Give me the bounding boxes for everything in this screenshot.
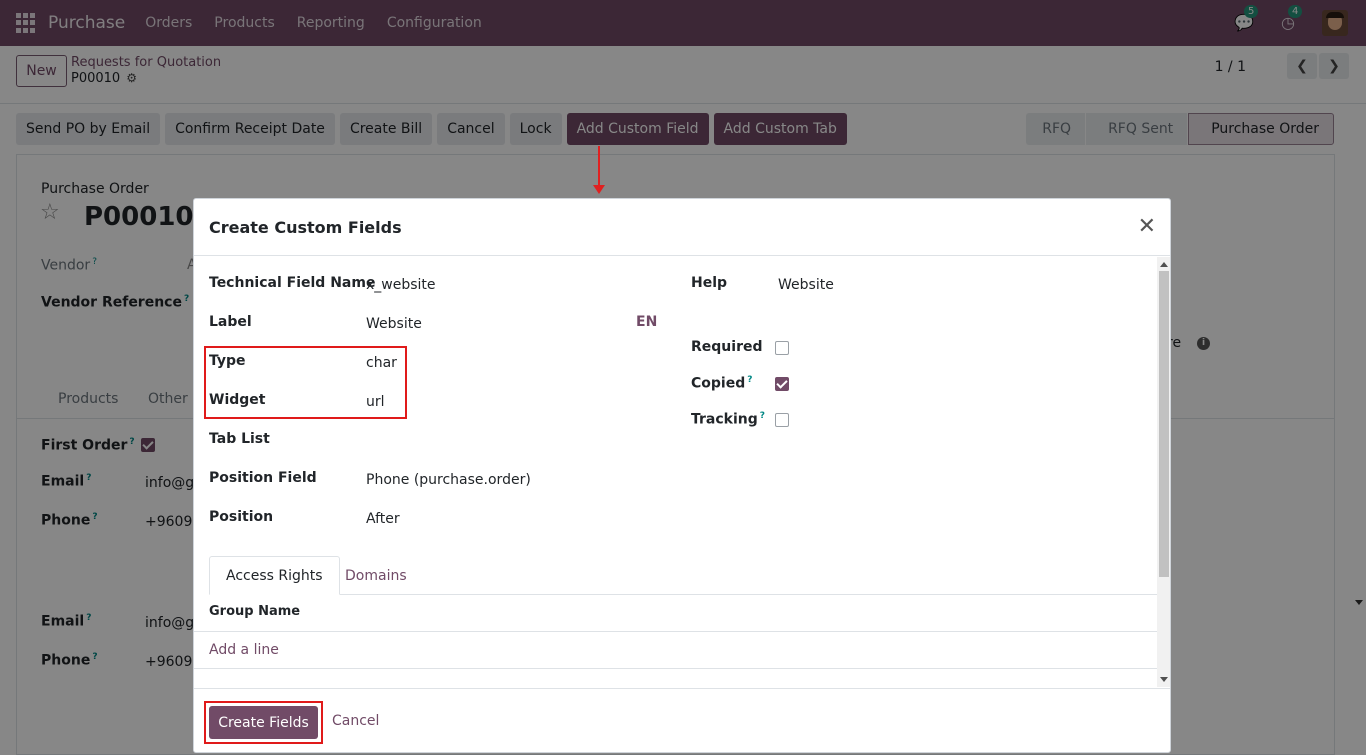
access-table-header: Group Name (194, 595, 1157, 632)
position-field-select[interactable]: Phone (purchase.order) (366, 472, 531, 488)
scroll-up-icon[interactable] (1160, 262, 1168, 267)
tracking-label-text: Tracking (691, 411, 758, 428)
group-name-header[interactable]: Group Name (209, 604, 300, 619)
add-line-link[interactable]: Add a line (209, 642, 279, 658)
close-icon[interactable]: ✕ (1138, 216, 1156, 238)
modal-footer: Create Fields Cancel (194, 688, 1170, 752)
position-field-label: Position Field (209, 470, 317, 486)
add-line-row: Add a line (194, 632, 1157, 669)
tab-domains[interactable]: Domains (329, 556, 423, 595)
label-input[interactable]: Website (366, 316, 422, 332)
modal-scrollbar[interactable] (1157, 257, 1170, 687)
language-button[interactable]: EN (636, 314, 657, 330)
technical-name-input[interactable]: x_website (366, 277, 436, 293)
modal-header: Create Custom Fields ✕ (194, 199, 1170, 256)
tracking-label: Tracking? (691, 411, 765, 428)
scroll-thumb[interactable] (1159, 271, 1169, 577)
help-input[interactable]: Website (778, 277, 834, 293)
annotation-arrow (593, 146, 605, 194)
scroll-down-icon[interactable] (1160, 677, 1168, 682)
copied-checkbox[interactable] (775, 377, 789, 391)
position-select[interactable]: After (366, 511, 400, 527)
help-tooltip-icon: ? (747, 375, 753, 385)
modal-title: Create Custom Fields (209, 218, 402, 237)
cancel-button[interactable]: Cancel (332, 713, 379, 729)
position-label: Position (209, 509, 274, 525)
required-label: Required (691, 339, 763, 355)
technical-name-label: Technical Field Name (209, 275, 376, 291)
tracking-checkbox[interactable] (775, 413, 789, 427)
copied-label: Copied? (691, 375, 752, 392)
type-widget-highlight (204, 346, 407, 419)
modal-tabs: Access Rights Domains (209, 556, 1157, 595)
required-checkbox[interactable] (775, 341, 789, 355)
create-custom-fields-dialog: Create Custom Fields ✕ Technical Field N… (193, 198, 1171, 753)
tab-list-label: Tab List (209, 431, 270, 447)
tab-access-rights[interactable]: Access Rights (209, 556, 340, 595)
create-button-highlight (204, 701, 323, 744)
copied-label-text: Copied (691, 375, 746, 392)
help-tooltip-icon: ? (759, 411, 765, 421)
label-field-label: Label (209, 314, 252, 330)
help-label: Help (691, 275, 728, 291)
